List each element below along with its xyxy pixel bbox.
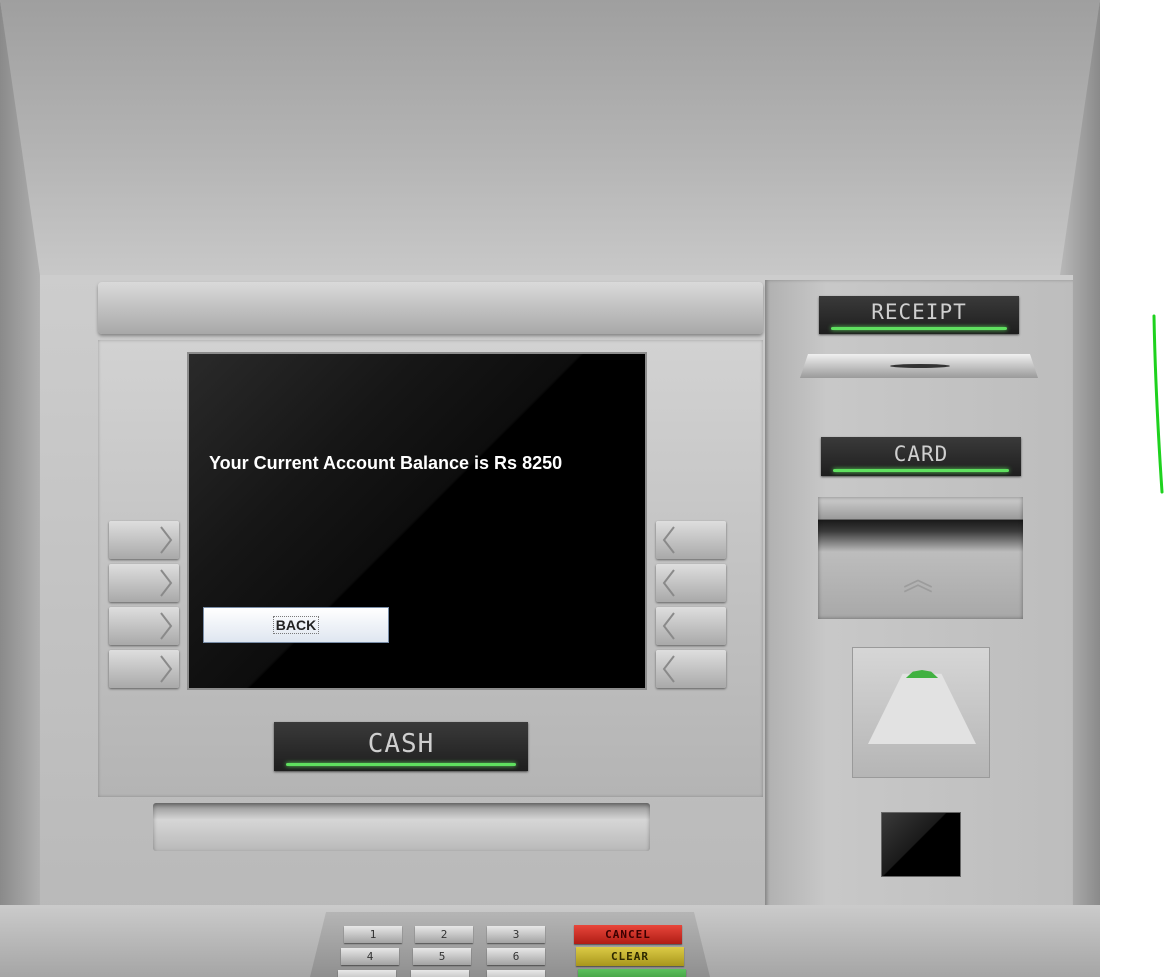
right-side-key-1[interactable] <box>656 521 726 559</box>
key-row3-right[interactable] <box>487 970 545 977</box>
green-annotation-stroke <box>1152 314 1164 494</box>
left-side-key-1[interactable] <box>109 521 179 559</box>
chevron-left-icon <box>662 526 675 554</box>
chevron-right-icon <box>160 655 173 683</box>
key-1[interactable]: 1 <box>344 926 402 943</box>
receipt-label-panel: RECEIPT <box>819 296 1019 334</box>
cash-label: CASH <box>367 729 435 759</box>
cash-dispenser-slot <box>153 803 650 851</box>
back-button[interactable]: BACK <box>203 607 389 643</box>
chevron-left-icon <box>662 655 675 683</box>
key-row3-mid[interactable] <box>411 970 469 977</box>
back-button-label: BACK <box>272 616 320 634</box>
clear-key[interactable]: CLEAR <box>576 947 684 966</box>
right-side-key-2[interactable] <box>656 564 726 602</box>
keypad-tray <box>310 912 710 977</box>
right-side-key-3[interactable] <box>656 607 726 645</box>
key-3[interactable]: 3 <box>487 926 545 943</box>
receipt-label: RECEIPT <box>871 300 967 324</box>
receipt-indicator-light <box>831 327 1007 330</box>
enter-key[interactable] <box>578 969 686 977</box>
atm-machine: Your Current Account Balance is Rs 8250 … <box>0 0 1100 977</box>
key-row3-left[interactable] <box>338 970 396 977</box>
camera-sensor <box>881 812 961 877</box>
left-side-key-2[interactable] <box>109 564 179 602</box>
chevron-left-icon <box>662 612 675 640</box>
card-label-panel: CARD <box>821 437 1021 476</box>
left-side-key-3[interactable] <box>109 607 179 645</box>
right-side-key-4[interactable] <box>656 650 726 688</box>
receipt-slot <box>800 354 1038 378</box>
chevron-right-icon <box>160 569 173 597</box>
balance-message: Your Current Account Balance is Rs 8250 <box>209 453 563 473</box>
top-trim-bar <box>98 282 763 334</box>
chevron-right-icon <box>160 526 173 554</box>
fingerprint-reader[interactable] <box>852 647 990 778</box>
cash-label-panel: CASH <box>274 722 528 771</box>
key-5[interactable]: 5 <box>413 948 471 965</box>
atm-hood <box>0 0 1100 280</box>
key-6[interactable]: 6 <box>487 948 545 965</box>
cancel-key[interactable]: CANCEL <box>574 925 682 944</box>
card-label: CARD <box>893 442 949 466</box>
card-slot[interactable]: ︽ <box>818 497 1023 619</box>
key-2[interactable]: 2 <box>415 926 473 943</box>
left-side-key-4[interactable] <box>109 650 179 688</box>
chevron-up-icon: ︽ <box>903 563 933 598</box>
card-indicator-light <box>833 469 1009 472</box>
chevron-right-icon <box>160 612 173 640</box>
chevron-left-icon <box>662 569 675 597</box>
fingerprint-pad <box>868 673 976 744</box>
cash-indicator-light <box>286 763 516 766</box>
key-4[interactable]: 4 <box>341 948 399 965</box>
